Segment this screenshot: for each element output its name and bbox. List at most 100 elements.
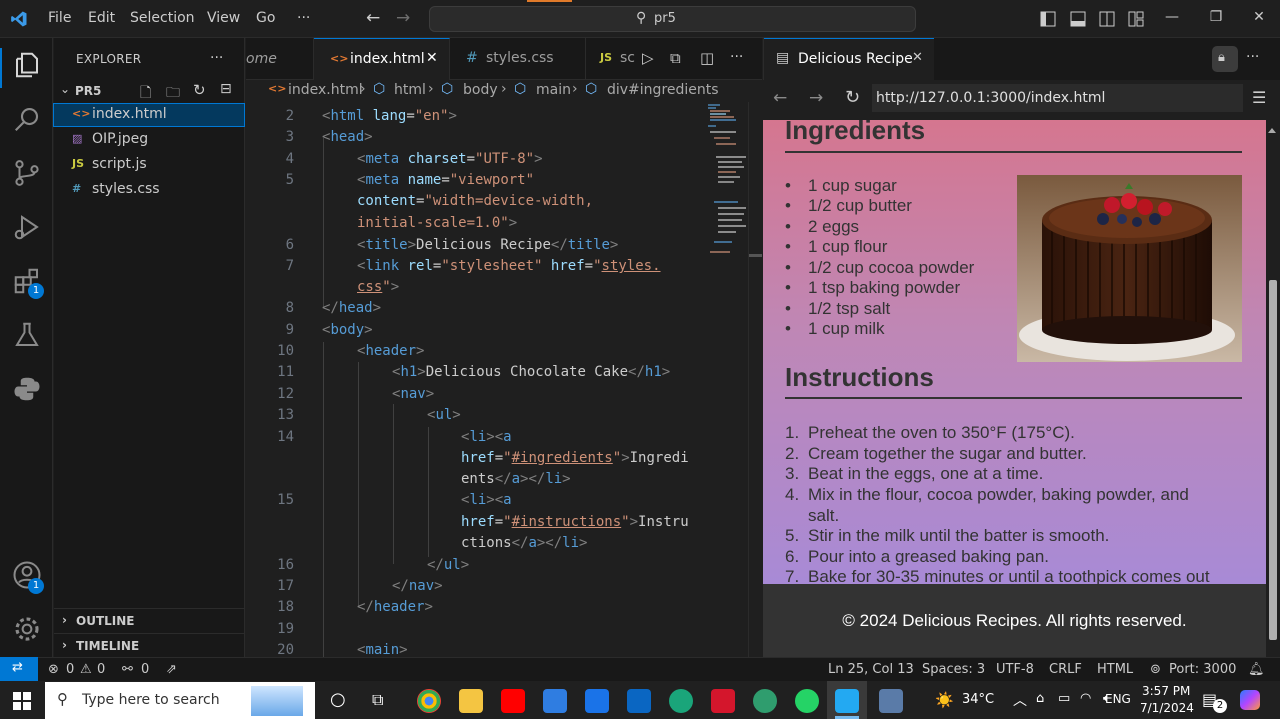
back-arrow-icon[interactable]: ← [366, 8, 380, 28]
windows-start-icon[interactable] [13, 692, 31, 710]
file-item-styles-css[interactable]: # styles.css [54, 179, 244, 201]
settings-gear-icon[interactable] [12, 614, 42, 644]
edge-dev-icon[interactable] [753, 689, 777, 713]
forward-arrow-icon[interactable]: → [396, 8, 410, 28]
source-control-icon[interactable] [12, 158, 42, 188]
minimize-icon[interactable]: — [1163, 9, 1181, 27]
browser-back-icon[interactable]: ← [773, 88, 787, 108]
toggle-primary-sidebar-icon[interactable] [1040, 11, 1056, 27]
chrome-icon[interactable] [417, 689, 441, 713]
error-icon[interactable]: ⊗ [48, 662, 59, 677]
tab-index-html[interactable]: <> index.html ✕ [314, 38, 450, 80]
breadcrumb-item[interactable]: html [394, 82, 426, 98]
file-item-script-js[interactable]: JS script.js [54, 154, 244, 176]
app-icon[interactable] [585, 689, 609, 713]
menu-go[interactable]: Go [256, 10, 275, 26]
lock-button[interactable]: 🔒︎ [1212, 46, 1238, 72]
python-icon[interactable] [12, 374, 42, 404]
run-debug-icon[interactable] [12, 212, 42, 242]
split-editor-icon[interactable]: ◫ [700, 49, 714, 67]
clock-time[interactable]: 3:57 PM [1142, 684, 1190, 698]
end-of-line[interactable]: CRLF [1049, 662, 1082, 677]
task-view-icon[interactable]: ⧉ [372, 690, 383, 710]
command-center[interactable]: ⚲ pr5 [429, 6, 916, 32]
encoding[interactable]: UTF-8 [996, 662, 1034, 677]
outline-section[interactable]: › OUTLINE [54, 608, 244, 630]
minimap[interactable] [706, 102, 750, 272]
battery-icon[interactable]: ▭ [1058, 691, 1070, 706]
new-folder-icon[interactable]: 🗀 [166, 82, 180, 106]
outlook-icon[interactable] [627, 689, 651, 713]
warning-count[interactable]: 0 [97, 662, 105, 677]
ports-icon[interactable]: ⚯ [122, 662, 133, 677]
error-count[interactable]: 0 [66, 662, 74, 677]
weather-icon[interactable]: ☀️ [935, 691, 954, 709]
breadcrumb-item[interactable]: div#ingredients [607, 82, 719, 98]
search-icon[interactable] [12, 104, 42, 134]
weather-temp[interactable]: 34°C [962, 692, 994, 707]
language-mode[interactable]: HTML [1097, 662, 1133, 677]
taskbar-search[interactable]: ⚲ Type here to search [45, 682, 315, 719]
browser-reload-icon[interactable]: ↻ [845, 87, 860, 108]
breadcrumb-item[interactable]: main [536, 82, 571, 98]
scroll-thumb[interactable] [1269, 280, 1277, 640]
menu-edit[interactable]: Edit [88, 10, 115, 26]
refresh-icon[interactable]: ↻ [193, 81, 206, 99]
toggle-panel-icon[interactable] [1070, 11, 1086, 27]
open-preview-icon[interactable]: ⧉ [670, 49, 681, 67]
indentation[interactable]: Spaces: 3 [922, 662, 985, 677]
testing-icon[interactable] [12, 320, 42, 350]
folder-row[interactable]: ⌄ PR5 🗋 🗀 ↻ ⊟ [54, 80, 244, 102]
toggle-secondary-sidebar-icon[interactable] [1099, 11, 1115, 27]
tab-styles-css[interactable]: # styles.css [450, 38, 586, 80]
wifi-icon[interactable]: ◠ [1080, 691, 1091, 706]
browser-forward-icon[interactable]: → [809, 88, 823, 108]
timeline-section[interactable]: › TIMELINE [54, 633, 244, 655]
menu-file[interactable]: File [48, 10, 71, 26]
edge-icon[interactable] [669, 689, 693, 713]
run-icon[interactable]: ▷ [642, 49, 654, 67]
tab-close-icon[interactable]: ✕ [912, 50, 923, 65]
new-file-icon[interactable]: 🗋 [140, 82, 151, 106]
file-item-oip-jpeg[interactable]: ▨ OIP.jpeg [54, 129, 244, 151]
store-icon[interactable] [543, 689, 567, 713]
browser-menu-icon[interactable]: ☰ [1252, 88, 1266, 107]
collapse-all-icon[interactable]: ⊟ [220, 81, 232, 97]
tab-delicious-recipe[interactable]: ▤ Delicious Recipe ✕ [764, 38, 934, 80]
cursor-position[interactable]: Ln 25, Col 13 [828, 662, 914, 677]
ports-count[interactable]: 0 [141, 662, 149, 677]
tab-close-icon[interactable]: ✕ [426, 50, 438, 66]
close-window-icon[interactable]: ✕ [1250, 9, 1268, 27]
tab-welcome[interactable]: ome [246, 38, 314, 80]
tray-devices-icon[interactable]: ⌂ [1036, 691, 1044, 706]
code-editor[interactable]: 2 <html lang="en"> 3 <head> 4 <meta char… [246, 102, 762, 658]
language-indicator[interactable]: ENG [1105, 692, 1131, 706]
live-server-port[interactable]: Port: 3000 [1169, 662, 1236, 677]
editor-scrollbar[interactable] [748, 102, 762, 657]
file-item-index-html[interactable]: <> index.html [53, 103, 245, 127]
url-input[interactable]: http://127.0.0.1:3000/index.html [872, 84, 1243, 112]
youtube-icon[interactable] [501, 689, 525, 713]
customize-layout-icon[interactable] [1128, 11, 1144, 27]
remote-button[interactable]: ⇄ [0, 657, 38, 681]
tab-script-js[interactable]: JS sc [586, 38, 638, 80]
preview-more-icon[interactable]: ··· [1246, 49, 1259, 65]
app-window-icon[interactable] [879, 689, 903, 713]
cortana-icon[interactable]: ○ [330, 689, 346, 710]
explorer-icon[interactable] [12, 50, 42, 80]
vscode-taskbar-active[interactable] [827, 681, 867, 719]
breadcrumb-item[interactable]: index.html [288, 82, 363, 98]
breadcrumb-item[interactable]: body [463, 82, 498, 98]
file-explorer-icon[interactable] [459, 689, 483, 713]
domino-icon[interactable] [711, 689, 735, 713]
menu-more[interactable]: ··· [297, 10, 310, 26]
menu-selection[interactable]: Selection [130, 10, 195, 26]
editor-more-icon[interactable]: ··· [730, 49, 743, 65]
copilot-icon[interactable] [1240, 690, 1260, 710]
explorer-more-icon[interactable]: ··· [210, 50, 223, 66]
menu-view[interactable]: View [207, 10, 240, 26]
warning-icon[interactable]: ⚠ [80, 662, 92, 677]
clock-date[interactable]: 7/1/2024 [1140, 701, 1194, 715]
preview-scrollbar[interactable] [1266, 120, 1280, 657]
whatsapp-icon[interactable] [795, 689, 819, 713]
